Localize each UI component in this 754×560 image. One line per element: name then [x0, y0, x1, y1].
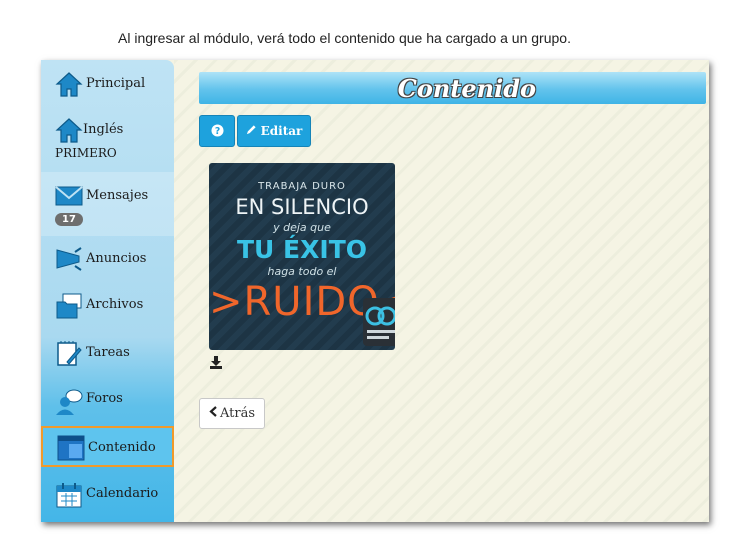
sidebar-item-label: Contenido: [88, 440, 156, 455]
megaphone-icon: [55, 246, 83, 276]
brand-logo: [363, 298, 395, 346]
home-icon: [55, 70, 83, 102]
sidebar-item-contenido[interactable]: Contenido: [41, 426, 174, 467]
folder-icon: [55, 292, 85, 324]
envelope-icon: [55, 186, 83, 210]
forum-user-icon: [55, 388, 83, 420]
poster-text: EN SILENCIO: [235, 195, 369, 219]
page-title: Contenido: [397, 74, 536, 103]
poster-text: haga todo el: [267, 265, 337, 278]
main-content: Contenido ? Editar TRABAJA DURO EN SILEN…: [174, 60, 709, 522]
poster-text: y deja que: [273, 221, 331, 234]
sidebar-item-mensajes[interactable]: Mensajes 17: [41, 172, 174, 236]
group-name: PRIMERO: [55, 146, 117, 160]
sidebar-item-foros[interactable]: Foros: [41, 376, 174, 422]
page-header: Contenido: [199, 72, 706, 104]
app-window: Principal Inglés PRIMERO Mensajes 17 Anu…: [41, 60, 709, 522]
poster-text: TRABAJA DURO: [258, 181, 346, 192]
sidebar-item-label: Archivos: [86, 297, 144, 312]
sidebar: Principal Inglés PRIMERO Mensajes 17 Anu…: [41, 60, 174, 522]
sidebar-item-label: Calendario: [86, 486, 159, 501]
sidebar-item-calendario[interactable]: Calendario: [41, 472, 174, 518]
sidebar-item-label: Mensajes: [86, 188, 149, 203]
sidebar-item-label: Foros: [86, 391, 123, 406]
content-layout-icon: [57, 435, 85, 465]
sidebar-item-label: Inglés: [83, 122, 124, 137]
clipboard-edit-icon: [55, 340, 83, 372]
content-image[interactable]: TRABAJA DURO EN SILENCIO y deja que TU É…: [209, 163, 395, 350]
edit-button[interactable]: Editar: [237, 115, 311, 147]
sidebar-item-anuncios[interactable]: Anuncios: [41, 236, 174, 282]
sidebar-item-principal[interactable]: Principal: [41, 66, 174, 110]
svg-text:?: ?: [214, 125, 219, 136]
unread-badge: 17: [55, 213, 83, 226]
back-button-label: Atrás: [219, 406, 256, 421]
sidebar-item-ingles[interactable]: Inglés PRIMERO: [41, 114, 174, 172]
pencil-icon: [246, 124, 257, 138]
sidebar-item-label: Anuncios: [86, 251, 147, 266]
instruction-caption: Al ingresar al módulo, verá todo el cont…: [118, 30, 571, 46]
help-button[interactable]: ?: [199, 115, 235, 147]
sidebar-item-label: Principal: [86, 76, 146, 91]
question-circle-icon: ?: [210, 122, 224, 141]
sidebar-item-tareas[interactable]: Tareas: [41, 330, 174, 376]
poster-text: TU ÉXITO: [236, 235, 368, 264]
edit-button-label: Editar: [260, 124, 303, 138]
chevron-left-icon: [209, 406, 217, 421]
download-icon[interactable]: [209, 354, 223, 369]
sidebar-item-archivos[interactable]: Archivos: [41, 282, 174, 330]
sidebar-item-label: Tareas: [86, 345, 130, 360]
home-icon: [55, 116, 83, 148]
calendar-icon: [55, 482, 83, 512]
back-button[interactable]: Atrás: [199, 398, 265, 429]
